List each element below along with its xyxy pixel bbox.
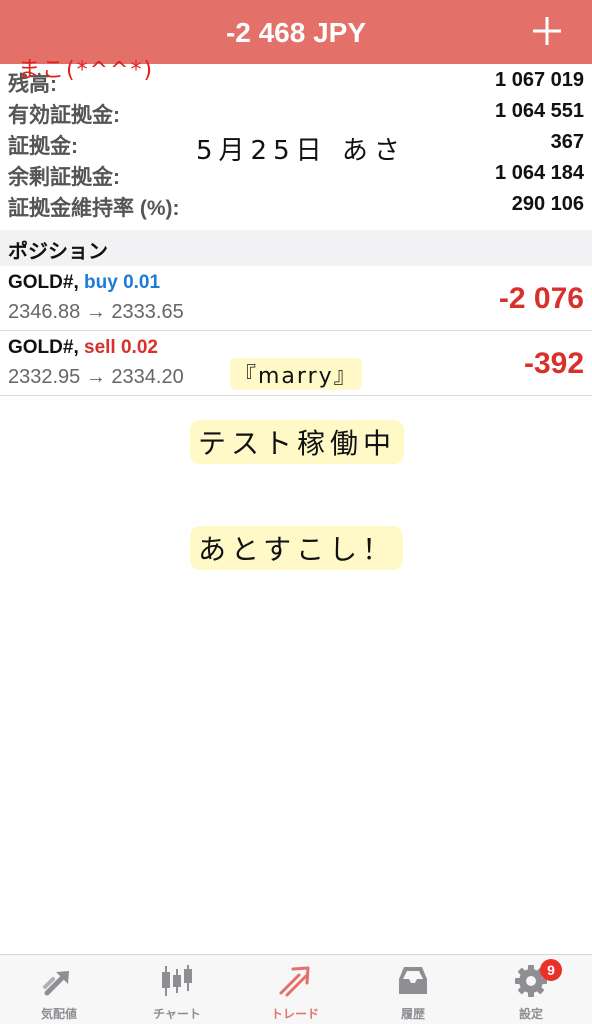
tab-history[interactable]: 履歴: [354, 955, 472, 1024]
margin-label: 証拠金:: [8, 135, 78, 158]
handwritten-date: 5月25日 あさ: [196, 136, 406, 166]
history-icon: [395, 963, 431, 999]
plus-icon: [533, 17, 561, 45]
position-symbol: GOLD#,: [8, 272, 79, 293]
balance-value: 1 067 019: [495, 69, 584, 91]
free-margin-value: 1 064 184: [495, 162, 584, 184]
tab-trade-label: トレード: [270, 1007, 319, 1021]
free-margin-label: 余剰証拠金:: [8, 166, 120, 189]
position-symbol: GOLD#,: [8, 337, 79, 358]
position-prices: 2346.88 → 2333.65: [8, 301, 184, 323]
position-side: sell 0.02: [84, 337, 158, 358]
tab-chart-label: チャート: [153, 1007, 201, 1021]
margin-level-value: 290 106: [511, 193, 584, 215]
chart-icon: [159, 963, 195, 999]
positions-section-header: ポジション: [0, 230, 592, 266]
position-side: buy 0.01: [84, 272, 161, 293]
tab-quotes[interactable]: 気配値: [0, 955, 118, 1024]
add-order-button[interactable]: [530, 14, 564, 48]
position-header: GOLD#, buy 0.01: [8, 272, 160, 294]
position-header: GOLD#, sell 0.02: [8, 337, 158, 359]
equity-value: 1 064 551: [495, 100, 584, 122]
trade-icon: [277, 963, 313, 999]
equity-label: 有効証拠金:: [8, 104, 120, 127]
summary-row-margin-level: 証拠金維持率 (%): 290 106: [0, 188, 592, 220]
position-profit: -2 076: [498, 282, 584, 315]
summary-row-equity: 有効証拠金: 1 064 551: [0, 95, 592, 127]
margin-level-label: 証拠金維持率 (%):: [8, 197, 180, 220]
tab-trade[interactable]: トレード: [236, 955, 354, 1024]
margin-value: 367: [550, 131, 584, 153]
bottom-tab-bar: 気配値 チャート トレード 履歴 9 設定: [0, 954, 592, 1024]
handwritten-note-soon: あとすこし！: [190, 526, 404, 570]
settings-badge: 9: [540, 959, 562, 981]
quotes-icon: [41, 963, 77, 999]
handwritten-note-test: テスト稼働中: [190, 420, 405, 464]
position-prices: 2332.95 → 2334.20: [8, 366, 184, 388]
tab-history-label: 履歴: [400, 1007, 425, 1021]
handwritten-name: まこ(*^^*): [18, 58, 155, 83]
trade-screen: -2 468 JPY 残高: 1 067 019 有効証拠金: 1 064 55…: [0, 0, 592, 1024]
handwritten-tag: 『marry』: [230, 358, 362, 390]
position-row[interactable]: GOLD#, buy 0.01 2346.88 → 2333.65 -2 076: [0, 266, 592, 331]
tab-settings-label: 設定: [518, 1007, 543, 1021]
tab-quotes-label: 気配値: [40, 1007, 77, 1021]
tab-chart[interactable]: チャート: [118, 955, 236, 1024]
tab-settings[interactable]: 9 設定: [472, 955, 590, 1024]
positions-section-title: ポジション: [8, 241, 108, 263]
position-profit: -392: [523, 347, 584, 380]
